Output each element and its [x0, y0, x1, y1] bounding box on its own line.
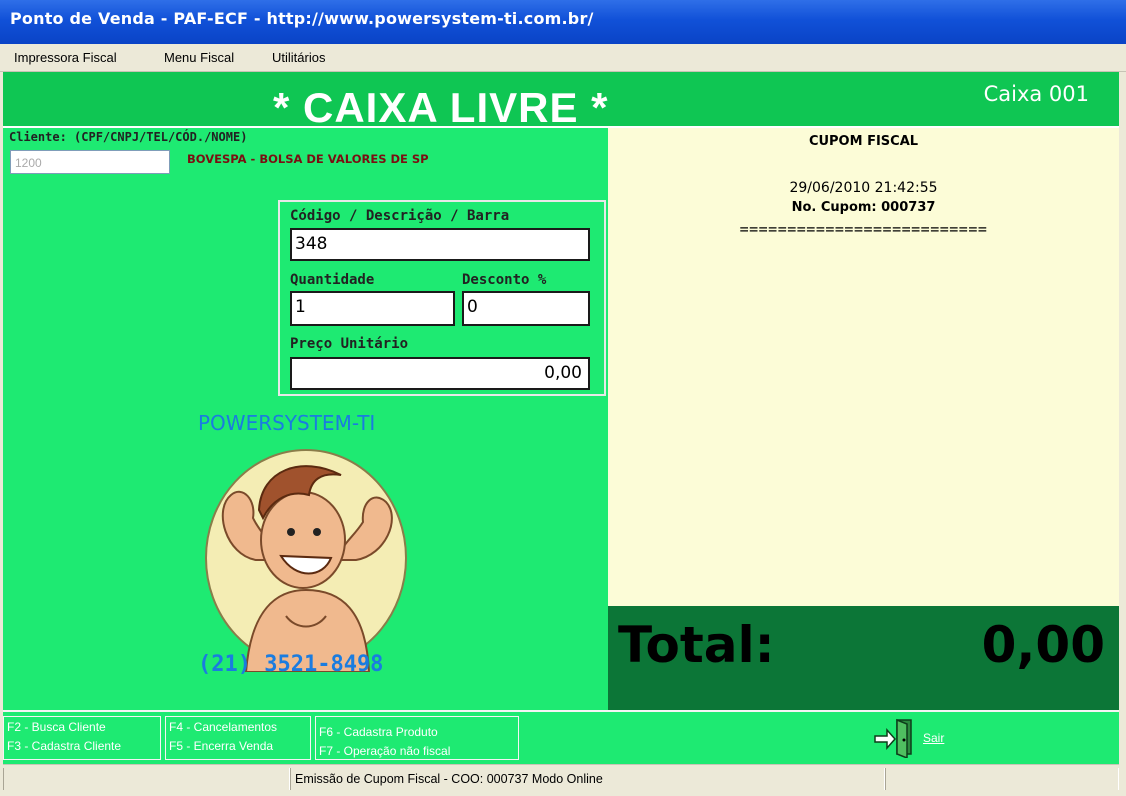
menu-bar: Impressora Fiscal Menu Fiscal Utilitário… — [0, 44, 1126, 72]
pos-main-panel: * CAIXA LIVRE * Caixa 001 Cliente: (CPF/… — [3, 72, 1119, 710]
exit-label: Sair — [923, 731, 945, 745]
product-code-label: Código / Descrição / Barra — [290, 208, 510, 224]
function-key-bar: F2 - Busca Cliente F3 - Cadastra Cliente… — [3, 710, 1119, 766]
status-bar: Emissão de Cupom Fiscal - COO: 000737 Mo… — [3, 764, 1119, 793]
menu-utilitarios[interactable]: Utilitários — [272, 50, 325, 65]
f4-cancel[interactable]: F4 - Cancelamentos — [169, 720, 277, 734]
f3-register-client[interactable]: F3 - Cadastra Cliente — [7, 739, 121, 753]
f5-close-sale[interactable]: F5 - Encerra Venda — [169, 739, 273, 753]
window-title: Ponto de Venda - PAF-ECF - http://www.po… — [10, 9, 594, 28]
title-bar: Ponto de Venda - PAF-ECF - http://www.po… — [0, 0, 1126, 44]
receipt-datetime: 29/06/2010 21:42:55 — [789, 180, 938, 196]
status-segment-right — [885, 768, 1119, 790]
f6-register-product[interactable]: F6 - Cadastra Produto — [319, 725, 438, 739]
register-number: Caixa 001 — [983, 82, 1089, 106]
unit-price-input[interactable]: 0,00 — [290, 357, 590, 390]
total-label: Total: — [618, 616, 775, 674]
status-banner: * CAIXA LIVRE * Caixa 001 — [3, 72, 1119, 128]
quantity-input[interactable]: 1 — [290, 291, 455, 326]
menu-menu-fiscal[interactable]: Menu Fiscal — [164, 50, 234, 65]
receipt-title: CUPOM FISCAL — [808, 134, 919, 149]
product-code-input[interactable]: 348 — [290, 228, 590, 261]
client-code-input[interactable]: 1200 — [10, 150, 170, 174]
total-panel: Total: 0,00 — [608, 606, 1119, 710]
status-segment-left — [3, 768, 290, 790]
discount-label: Desconto % — [462, 272, 547, 288]
client-label: Cliente: (CPF/CNPJ/TEL/CÓD./NOME) — [9, 130, 248, 144]
exit-button[interactable]: Sair — [873, 718, 944, 760]
discount-input[interactable]: 0 — [462, 291, 590, 326]
client-name: BOVESPA - BOLSA DE VALORES DE SP — [187, 152, 429, 166]
fkey-group-sale: F4 - Cancelamentos F5 - Encerra Venda — [165, 716, 311, 760]
f2-search-client[interactable]: F2 - Busca Cliente — [7, 720, 106, 734]
product-entry-box: Código / Descrição / Barra 348 Quantidad… — [278, 200, 606, 396]
total-value: 0,00 — [981, 616, 1105, 674]
unit-price-label: Preço Unitário — [290, 336, 409, 352]
brand-name: POWERSYSTEM-TI — [198, 411, 376, 435]
strongman-mascot-icon — [205, 449, 407, 672]
f7-non-fiscal-operation[interactable]: F7 - Operação não fiscal — [319, 744, 450, 758]
menu-impressora-fiscal[interactable]: Impressora Fiscal — [14, 50, 117, 65]
quantity-label: Quantidade — [290, 272, 375, 288]
fkey-group-client: F2 - Busca Cliente F3 - Cadastra Cliente — [3, 716, 161, 760]
receipt-panel: CUPOM FISCAL 29/06/2010 21:42:55 No. Cup… — [608, 128, 1119, 606]
status-text: Emissão de Cupom Fiscal - COO: 000737 Mo… — [295, 772, 603, 786]
fkey-group-product: F6 - Cadastra Produto F7 - Operação não … — [315, 716, 519, 760]
door-exit-icon — [874, 718, 912, 760]
receipt-number: No. Cupom: 000737 — [791, 200, 936, 215]
receipt-separator: ========================== — [739, 220, 988, 238]
register-status: * CAIXA LIVRE * — [273, 84, 609, 128]
contact-phone: (21) 3521-8498 — [198, 652, 384, 677]
